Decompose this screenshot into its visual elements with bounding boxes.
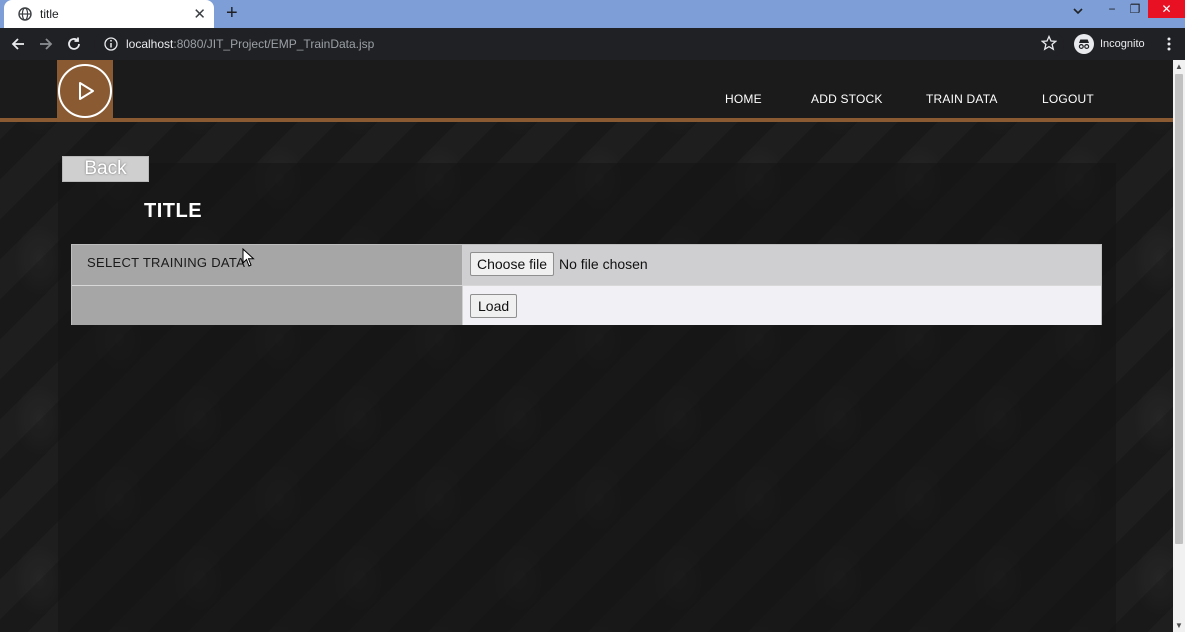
browser-tab-strip: title ✕ + − ❐ ✕ — [0, 0, 1185, 28]
page-scrollbar[interactable]: ▲ ▼ — [1173, 60, 1185, 632]
mouse-cursor-icon — [242, 247, 256, 268]
nav-logout-link[interactable]: LOGOUT — [1042, 92, 1094, 108]
nav-home-link[interactable]: HOME — [725, 92, 762, 108]
browser-toolbar: localhost:8080/JIT_Project/EMP_TrainData… — [0, 28, 1185, 60]
content-panel — [58, 163, 1116, 632]
empty-label-cell — [72, 286, 462, 325]
forward-arrow-icon[interactable] — [36, 34, 56, 54]
reload-icon[interactable] — [64, 34, 84, 54]
file-input-cell: Choose file No file chosen — [462, 245, 1101, 285]
address-bar[interactable]: localhost:8080/JIT_Project/EMP_TrainData… — [94, 31, 1064, 57]
nav-add-stock-link[interactable]: ADD STOCK — [811, 92, 883, 108]
file-status-text: No file chosen — [559, 256, 648, 272]
tab-close-icon[interactable]: ✕ — [193, 7, 206, 22]
form-row-load: Load — [72, 285, 1101, 325]
load-button[interactable]: Load — [470, 294, 518, 318]
globe-icon — [18, 7, 32, 21]
training-data-form: SELECT TRAINING DATA Choose file No file… — [71, 244, 1102, 325]
nav-train-data-link[interactable]: TRAIN DATA — [926, 92, 998, 108]
incognito-icon — [1074, 34, 1094, 54]
browser-menu-icon[interactable] — [1162, 34, 1176, 54]
page-title: TITLE — [144, 200, 203, 222]
scroll-up-arrow-icon[interactable]: ▲ — [1175, 62, 1183, 71]
back-button-label: Back — [84, 158, 127, 179]
browser-tab[interactable]: title ✕ — [4, 0, 214, 28]
page-viewport: HOME ADD STOCK TRAIN DATA LOGOUT Back TI… — [0, 60, 1173, 632]
incognito-profile-button[interactable]: Incognito — [1074, 33, 1145, 55]
back-button[interactable]: Back — [62, 156, 149, 182]
url-text: localhost:8080/JIT_Project/EMP_TrainData… — [126, 37, 374, 51]
choose-file-button[interactable]: Choose file — [470, 252, 555, 276]
tab-title: title — [40, 7, 59, 21]
scrollbar-thumb[interactable] — [1175, 74, 1183, 544]
select-training-data-label: SELECT TRAINING DATA — [72, 245, 462, 285]
incognito-label: Incognito — [1100, 38, 1145, 50]
url-path: :8080/JIT_Project/EMP_TrainData.jsp — [173, 37, 375, 51]
scroll-down-arrow-icon[interactable]: ▼ — [1175, 621, 1183, 630]
form-row-select: SELECT TRAINING DATA Choose file No file… — [72, 245, 1101, 285]
site-header: HOME ADD STOCK TRAIN DATA LOGOUT — [0, 60, 1173, 122]
window-close-button[interactable]: ✕ — [1148, 0, 1185, 18]
back-arrow-icon[interactable] — [8, 34, 28, 54]
bookmark-star-icon[interactable] — [1041, 35, 1057, 51]
new-tab-button[interactable]: + — [226, 3, 238, 23]
window-restore-button[interactable]: ❐ — [1120, 0, 1150, 18]
site-info-icon[interactable] — [104, 37, 118, 51]
tab-search-chevron-icon[interactable] — [1072, 5, 1084, 20]
url-host: localhost — [126, 37, 174, 51]
load-cell: Load — [462, 286, 1101, 325]
play-icon — [58, 64, 112, 118]
site-logo[interactable] — [57, 60, 113, 122]
